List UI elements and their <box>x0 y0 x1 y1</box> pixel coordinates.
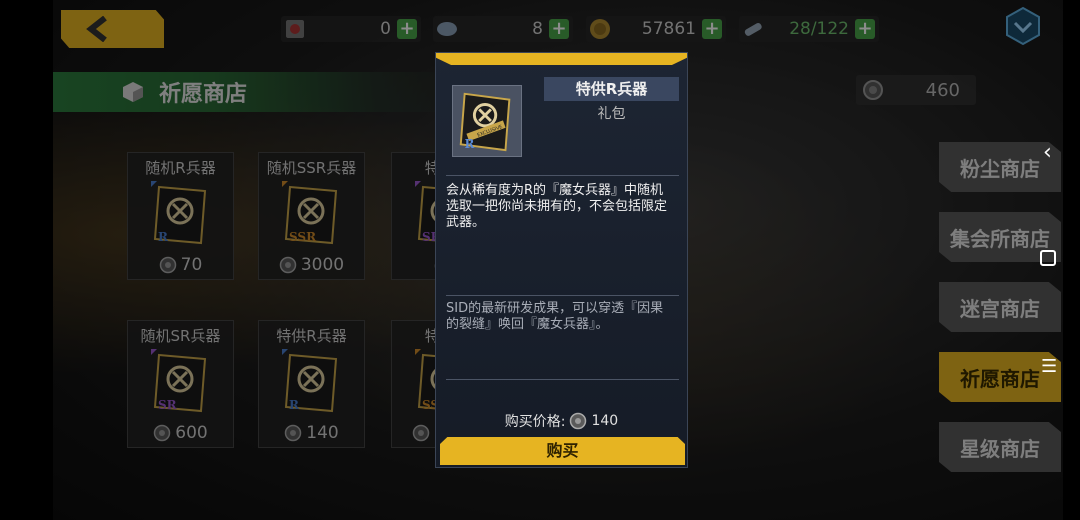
item-flavor-text: SID的最新研发成果，可以穿透『因果的裂缝』唤回『魔女兵器』。 <box>446 301 664 332</box>
weapon-box-icon: EXCLUSIVE R <box>459 92 511 152</box>
item-name: 特供R兵器 <box>544 77 679 101</box>
item-description: 会从稀有度为R的『魔女兵器』中随机选取一把你尚未拥有的，不会包括限定武器。 <box>446 183 668 230</box>
rarity-label: R <box>465 137 475 151</box>
price-value: 140 <box>591 413 619 429</box>
square-icon[interactable] <box>1040 250 1056 266</box>
price-label: 购买价格: <box>504 414 566 430</box>
divider <box>446 175 679 176</box>
purchase-price: 购买价格: 140 <box>436 411 687 431</box>
divider <box>446 295 679 296</box>
divider <box>446 379 679 380</box>
popup-header-bar <box>436 53 687 65</box>
item-type: 礼包 <box>597 106 626 122</box>
item-detail-popup: EXCLUSIVE R 特供R兵器 礼包 会从稀有度为R的『魔女兵器』中随机选取… <box>435 52 688 468</box>
item-thumbnail: EXCLUSIVE R <box>452 85 522 157</box>
buy-button[interactable]: 购买 <box>440 437 685 465</box>
wish-coin-icon <box>570 412 587 430</box>
menu-icon[interactable]: ☰ <box>1041 358 1057 376</box>
chevron-left-icon[interactable]: ‹ <box>1043 142 1052 164</box>
